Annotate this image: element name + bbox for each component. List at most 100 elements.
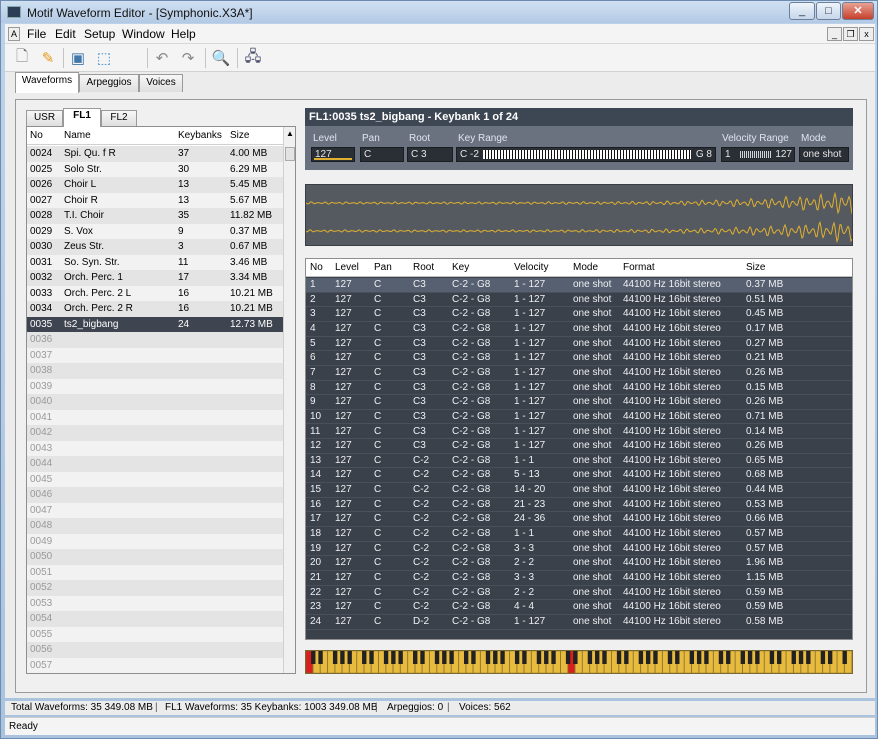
list-item[interactable]: 0028 T.I. Choir 35 11.82 MB <box>27 208 283 224</box>
mdi-close-button[interactable]: x <box>859 27 874 41</box>
list-item[interactable]: 0036 <box>27 332 283 348</box>
subtab-usr[interactable]: USR <box>26 110 63 126</box>
undo-icon[interactable]: ↶ <box>151 47 173 69</box>
minimize-button[interactable]: _ <box>789 2 815 20</box>
table-row[interactable]: 9 127 C C3 C-2 - G8 1 - 127 one shot 44100 Hz 1… <box>306 395 852 410</box>
kb-col-velocity[interactable]: Velocity <box>514 262 548 273</box>
list-item[interactable]: 0046 <box>27 487 283 503</box>
list-item[interactable]: 0054 <box>27 611 283 627</box>
import-icon[interactable]: ⬚ <box>93 47 115 69</box>
list-item[interactable]: 0029 S. Vox 9 0.37 MB <box>27 223 283 239</box>
table-row[interactable]: 15 127 C C-2 C-2 - G8 14 - 20 one shot 44100 Hz… <box>306 483 852 498</box>
piano-keyboard[interactable] <box>305 650 853 674</box>
list-item[interactable]: 0040 <box>27 394 283 410</box>
list-item[interactable]: 0025 Solo Str. 30 6.29 MB <box>27 161 283 177</box>
tab-waveforms[interactable]: Waveforms <box>15 72 79 93</box>
table-row[interactable]: 17 127 C C-2 C-2 - G8 24 - 36 one shot 44100 Hz… <box>306 512 852 528</box>
list-item[interactable]: 0045 <box>27 471 283 487</box>
mdi-restore-button[interactable]: ❐ <box>843 27 858 41</box>
mdi-minimize-button[interactable]: _ <box>827 27 842 41</box>
list-item[interactable]: 0031 So. Syn. Str. 11 3.46 MB <box>27 254 283 270</box>
keyrange-field[interactable]: C -2 G 8 <box>456 147 716 162</box>
tab-voices[interactable]: Voices <box>139 74 183 92</box>
list-item[interactable]: 0044 <box>27 456 283 472</box>
list-item[interactable]: 0055 <box>27 626 283 642</box>
menu-help[interactable]: Help <box>171 27 196 41</box>
open-icon[interactable]: ✎ <box>37 47 59 69</box>
list-item[interactable]: 0047 <box>27 502 283 518</box>
kb-col-format[interactable]: Format <box>623 262 655 273</box>
list-item[interactable]: 0050 <box>27 549 283 565</box>
table-row[interactable]: 5 127 C C3 C-2 - G8 1 - 127 one shot 44100 Hz 1… <box>306 337 852 352</box>
menu-window[interactable]: Window <box>122 27 165 41</box>
waveform-display[interactable] <box>305 184 853 246</box>
list-scrollbar[interactable]: ▲ <box>283 127 295 673</box>
menu-edit[interactable]: Edit <box>55 27 76 41</box>
subtab-fl2[interactable]: FL2 <box>101 110 137 126</box>
menu-file[interactable]: File <box>27 27 46 41</box>
save-icon[interactable]: ▣ <box>67 47 89 69</box>
table-row[interactable]: 24 127 C D-2 C-2 - G8 1 - 127 one shot 44100 Hz… <box>306 615 852 630</box>
col-keybanks[interactable]: Keybanks <box>178 130 222 141</box>
table-row[interactable]: 20 127 C C-2 C-2 - G8 2 - 2 one shot 44100 Hz 1… <box>306 556 852 571</box>
list-item[interactable]: 0052 <box>27 580 283 596</box>
list-item[interactable]: 0032 Orch. Perc. 1 17 3.34 MB <box>27 270 283 286</box>
tab-arpeggios[interactable]: Arpeggios <box>79 74 139 92</box>
scroll-up-icon[interactable]: ▲ <box>285 129 295 139</box>
keybank-table[interactable]: No Level Pan Root Key Velocity Mode Form… <box>305 258 853 640</box>
list-item[interactable]: 0056 <box>27 642 283 658</box>
waveform-list[interactable]: No Name Keybanks Size 0024 Spi. Qu. f R 37… <box>26 126 296 674</box>
velrange-field[interactable]: 1 127 <box>721 147 795 162</box>
table-row[interactable]: 10 127 C C3 C-2 - G8 1 - 127 one shot 44100 Hz … <box>306 410 852 425</box>
list-item[interactable]: 0053 <box>27 595 283 611</box>
list-item[interactable]: 0027 Choir R 13 5.67 MB <box>27 192 283 208</box>
document-icon[interactable]: A <box>8 27 20 41</box>
col-name[interactable]: Name <box>64 130 91 141</box>
kb-col-no[interactable]: No <box>310 262 323 273</box>
list-item[interactable]: 0041 <box>27 409 283 425</box>
list-item[interactable]: 0051 <box>27 564 283 580</box>
kb-col-pan[interactable]: Pan <box>374 262 392 273</box>
list-item[interactable]: 0038 <box>27 363 283 379</box>
pan-field[interactable]: C <box>360 147 404 162</box>
table-row[interactable]: 12 127 C C3 C-2 - G8 1 - 127 one shot 44100 Hz … <box>306 439 852 454</box>
table-row[interactable]: 11 127 C C3 C-2 - G8 1 - 127 one shot 44100 Hz … <box>306 425 852 440</box>
scroll-thumb[interactable] <box>285 147 295 161</box>
list-item[interactable]: 0030 Zeus Str. 3 0.67 MB <box>27 239 283 255</box>
list-item[interactable]: 0024 Spi. Qu. f R 37 4.00 MB <box>27 146 283 162</box>
table-row[interactable]: 2 127 C C3 C-2 - G8 1 - 127 one shot 44100 Hz 1… <box>306 293 852 308</box>
table-row[interactable]: 3 127 C C3 C-2 - G8 1 - 127 one shot 44100 Hz 1… <box>306 307 852 322</box>
col-no[interactable]: No <box>30 130 43 141</box>
redo-icon[interactable]: ↷ <box>177 47 199 69</box>
menu-setup[interactable]: Setup <box>84 27 115 41</box>
col-size[interactable]: Size <box>230 130 249 141</box>
table-row[interactable]: 18 127 C C-2 C-2 - G8 1 - 1 one shot 44100 Hz 1… <box>306 527 852 542</box>
table-row[interactable]: 21 127 C C-2 C-2 - G8 3 - 3 one shot 44100 Hz 1… <box>306 571 852 586</box>
kb-col-mode[interactable]: Mode <box>573 262 598 273</box>
table-row[interactable]: 4 127 C C3 C-2 - G8 1 - 127 one shot 44100 Hz 1… <box>306 322 852 337</box>
list-item[interactable]: 0034 Orch. Perc. 2 R 16 10.21 MB <box>27 301 283 317</box>
list-item[interactable]: 0033 Orch. Perc. 2 L 16 10.21 MB <box>27 285 283 301</box>
table-row[interactable]: 14 127 C C-2 C-2 - G8 5 - 13 one shot 44100 Hz … <box>306 468 852 484</box>
device-icon[interactable]: 🖧 <box>242 47 264 69</box>
list-item[interactable]: 0042 <box>27 425 283 441</box>
close-button[interactable]: ✕ <box>842 2 874 20</box>
root-field[interactable]: C 3 <box>407 147 453 162</box>
list-item[interactable]: 0037 <box>27 347 283 363</box>
table-row[interactable]: 13 127 C C-2 C-2 - G8 1 - 1 one shot 44100 Hz 1… <box>306 454 852 469</box>
subtab-fl1[interactable]: FL1 <box>63 108 101 127</box>
list-item[interactable]: 0039 <box>27 378 283 394</box>
table-row[interactable]: 22 127 C C-2 C-2 - G8 2 - 2 one shot 44100 Hz 1… <box>306 586 852 601</box>
table-row[interactable]: 19 127 C C-2 C-2 - G8 3 - 3 one shot 44100 Hz 1… <box>306 542 852 557</box>
table-row[interactable]: 6 127 C C3 C-2 - G8 1 - 127 one shot 44100 Hz 1… <box>306 351 852 366</box>
kb-col-key[interactable]: Key <box>452 262 469 273</box>
list-item[interactable]: 0057 <box>27 657 283 673</box>
maximize-button[interactable]: □ <box>816 2 841 20</box>
list-item[interactable]: 0043 <box>27 440 283 456</box>
table-row[interactable]: 23 127 C C-2 C-2 - G8 4 - 4 one shot 44100 Hz 1… <box>306 600 852 615</box>
list-item[interactable]: 0026 Choir L 13 5.45 MB <box>27 177 283 193</box>
kb-col-level[interactable]: Level <box>335 262 359 273</box>
list-item[interactable]: 0049 <box>27 533 283 549</box>
table-row[interactable]: 8 127 C C3 C-2 - G8 1 - 127 one shot 44100 Hz 1… <box>306 381 852 396</box>
level-field[interactable]: 127 <box>311 147 355 162</box>
